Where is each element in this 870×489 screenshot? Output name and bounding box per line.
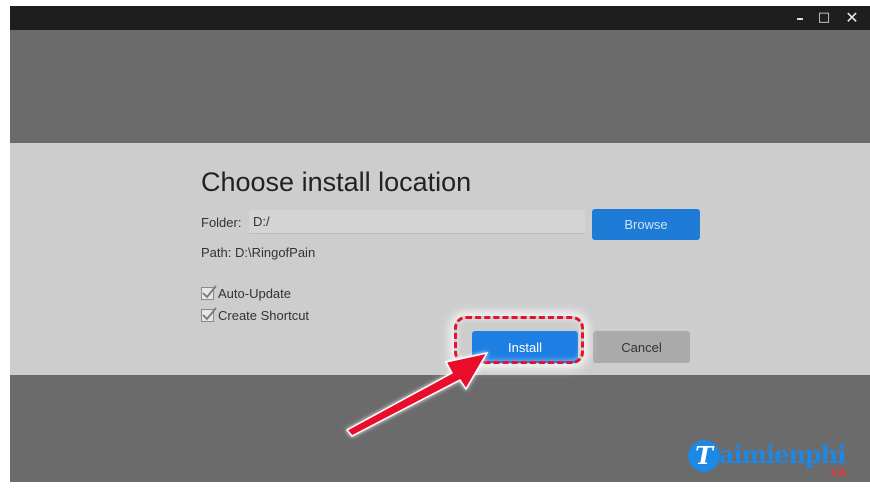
install-location-panel: Choose install location Folder: Browse P… <box>10 143 870 375</box>
folder-input[interactable] <box>249 210 585 234</box>
watermark-logo: T <box>688 440 720 472</box>
install-path-text: Path: D:\RingofPain <box>201 245 316 260</box>
dialog-title: Choose install location <box>201 167 472 197</box>
browse-button[interactable]: Browse <box>592 209 700 240</box>
watermark-tld: .vn <box>827 465 847 479</box>
installer-window: – □ ✕ Choose install location Folder: Br… <box>10 6 870 482</box>
cancel-button[interactable]: Cancel <box>593 331 690 363</box>
folder-label: Folder: <box>201 215 242 230</box>
close-button[interactable]: ✕ <box>840 6 864 30</box>
minimize-button[interactable]: – <box>788 6 812 30</box>
auto-update-label: Auto-Update <box>218 285 291 301</box>
install-button[interactable]: Install <box>472 331 578 363</box>
checkmark-icon[interactable] <box>201 306 217 322</box>
maximize-button[interactable]: □ <box>812 6 836 30</box>
auto-update-checkbox[interactable]: Auto-Update <box>201 284 291 302</box>
checkmark-icon[interactable] <box>201 284 217 300</box>
create-shortcut-checkbox[interactable]: Create Shortcut <box>201 306 309 324</box>
folder-row: Folder: Browse <box>201 209 701 240</box>
create-shortcut-label: Create Shortcut <box>218 307 310 323</box>
title-bar[interactable]: – □ ✕ <box>10 6 870 30</box>
